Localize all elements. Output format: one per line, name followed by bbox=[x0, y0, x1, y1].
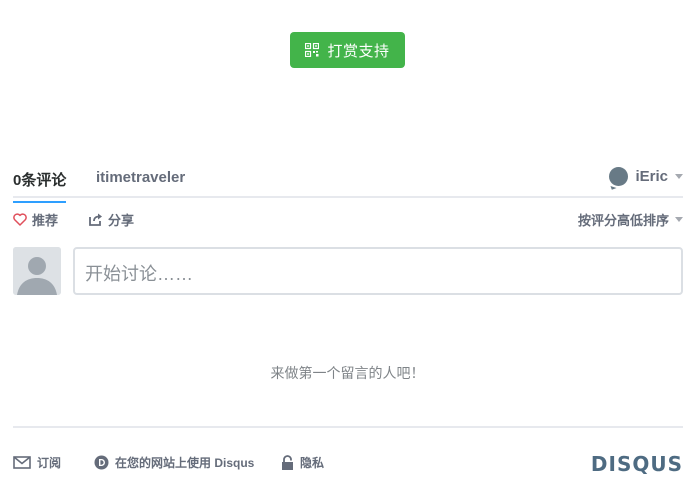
avatar bbox=[13, 247, 61, 295]
user-menu[interactable]: iEric bbox=[609, 167, 683, 186]
qr-code-icon bbox=[305, 43, 320, 57]
default-avatar-icon bbox=[13, 247, 61, 295]
comments-nav: 0条评论 itimetraveler iEric bbox=[13, 160, 683, 203]
speech-bubble-icon bbox=[609, 167, 629, 186]
chevron-down-icon bbox=[675, 174, 683, 179]
privacy-label: 隐私 bbox=[300, 456, 325, 470]
envelope-icon bbox=[13, 456, 31, 469]
share-label: 分享 bbox=[108, 213, 135, 228]
user-name: iEric bbox=[635, 168, 668, 185]
sort-dropdown[interactable]: 按评分高低排序 bbox=[578, 210, 683, 229]
recommend-label: 推荐 bbox=[32, 213, 59, 228]
chevron-down-icon bbox=[675, 217, 683, 222]
subscribe-link[interactable]: 订阅 bbox=[13, 454, 61, 471]
add-disqus-label: 在您的网站上使用 Disqus bbox=[115, 456, 255, 470]
reward-button[interactable]: 打赏支持 bbox=[290, 32, 405, 68]
recommend-button[interactable]: 推荐 bbox=[13, 210, 58, 229]
disqus-d-icon bbox=[94, 455, 109, 470]
sort-label: 按评分高低排序 bbox=[577, 213, 669, 228]
lock-icon bbox=[282, 454, 293, 470]
share-icon bbox=[89, 213, 102, 226]
subscribe-label: 订阅 bbox=[37, 456, 62, 470]
heart-icon bbox=[13, 213, 27, 226]
tab-forum[interactable]: itimetraveler bbox=[96, 169, 185, 186]
reward-button-label: 打赏支持 bbox=[327, 42, 390, 60]
disqus-logo[interactable]: DISQUS bbox=[591, 452, 683, 476]
tab-comment-count[interactable]: 0条评论 bbox=[13, 169, 67, 203]
share-button[interactable]: 分享 bbox=[89, 210, 134, 229]
privacy-link[interactable]: 隐私 bbox=[281, 454, 324, 471]
empty-state-message: 来做第一个留言的人吧！ bbox=[270, 365, 425, 381]
comment-actions-bar: 推荐 分享 按评分高低排序 bbox=[13, 210, 683, 230]
add-disqus-link[interactable]: 在您的网站上使用 Disqus bbox=[94, 454, 254, 471]
comment-input[interactable]: 开始讨论…… bbox=[73, 247, 683, 295]
footer: 订阅 在您的网站上使用 Disqus 隐私 DISQUS bbox=[13, 426, 683, 503]
